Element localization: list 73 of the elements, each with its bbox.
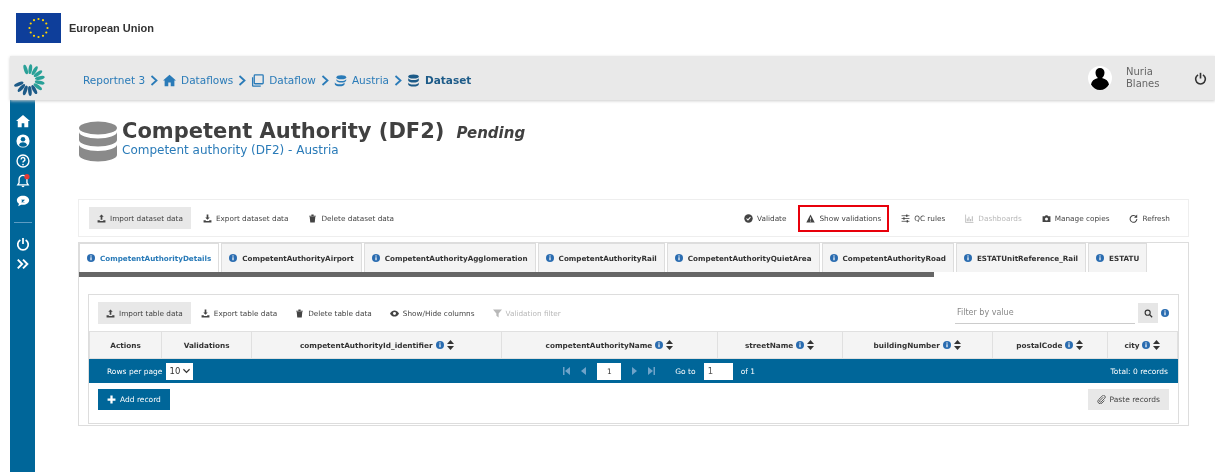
power-icon[interactable] — [1194, 71, 1207, 85]
sort-icon[interactable] — [666, 340, 674, 350]
chat-icon[interactable] — [15, 194, 30, 208]
breadcrumb-link[interactable]: Austria — [333, 73, 390, 87]
filter-icon — [492, 308, 502, 318]
info-icon[interactable] — [963, 254, 972, 262]
breadcrumb-link[interactable]: Dataflows — [163, 73, 234, 87]
sort-icon[interactable] — [953, 340, 961, 350]
breadcrumb-link[interactable]: Dataflow — [251, 73, 316, 87]
warning-icon — [806, 213, 816, 223]
double-chevron-icon[interactable] — [15, 257, 30, 271]
info-icon[interactable] — [674, 254, 683, 262]
scrollbar[interactable] — [79, 272, 934, 277]
info-icon[interactable] — [796, 341, 805, 349]
bar-chart-icon — [965, 213, 975, 223]
camera-icon — [1041, 213, 1051, 223]
avatar-icon[interactable] — [1088, 66, 1112, 90]
chevron-icon — [150, 74, 159, 86]
sliders-icon — [901, 213, 911, 223]
info-icon[interactable] — [1065, 341, 1074, 349]
search-button[interactable] — [1138, 303, 1158, 323]
status-label: Pending — [456, 124, 526, 142]
database-icon — [407, 73, 421, 87]
home-icon[interactable] — [15, 114, 30, 128]
upload-icon — [97, 213, 106, 223]
breadcrumb-link[interactable]: Reportnet 3 — [83, 74, 146, 86]
breadcrumb-link[interactable]: Dataset — [407, 73, 472, 87]
sort-icon[interactable] — [1076, 340, 1084, 350]
info-icon[interactable] — [1142, 341, 1151, 349]
info-icon[interactable] — [942, 341, 951, 349]
chevron-icon — [320, 74, 329, 86]
bell-icon[interactable] — [15, 174, 30, 188]
check-circle-icon — [744, 213, 754, 223]
home-icon — [163, 73, 177, 87]
trash-icon — [308, 213, 318, 223]
sort-icon[interactable] — [807, 340, 815, 350]
chevron-icon — [394, 74, 403, 86]
user-icon[interactable] — [15, 134, 30, 148]
download-icon — [202, 213, 212, 223]
refresh-icon — [1129, 213, 1139, 223]
download-icon — [200, 308, 210, 318]
flag-icon — [16, 13, 61, 43]
upload-icon — [106, 308, 115, 318]
info-icon[interactable] — [829, 254, 838, 262]
logo-icon[interactable] — [12, 63, 46, 97]
info-icon[interactable] — [545, 254, 554, 262]
user-name: Nuria Blanes — [1126, 66, 1161, 90]
sort-icon[interactable] — [1153, 340, 1161, 350]
page-subtitle: Competent authority (DF2) - Austria — [122, 143, 340, 157]
rows-per-page-select[interactable]: 10 — [166, 362, 194, 380]
chevron-icon — [238, 74, 247, 86]
info-icon[interactable] — [1096, 254, 1105, 262]
copy-icon — [251, 73, 265, 87]
info-icon[interactable] — [1161, 309, 1169, 317]
info-icon[interactable] — [655, 341, 664, 349]
page-field[interactable]: 1 — [703, 362, 733, 380]
database-icon — [78, 121, 118, 163]
eye-icon — [389, 308, 399, 318]
coins-icon — [333, 73, 347, 87]
search-icon — [1143, 308, 1153, 318]
power-icon[interactable] — [15, 237, 30, 251]
paperclip-icon — [1096, 395, 1106, 404]
page-title: Competent Authority (DF2) — [122, 119, 445, 143]
info-icon[interactable] — [371, 254, 380, 262]
organization-name: European Union — [69, 22, 154, 34]
info-icon[interactable] — [87, 254, 95, 262]
plus-icon — [107, 395, 116, 404]
help-icon[interactable] — [15, 154, 30, 168]
sort-icon[interactable] — [446, 340, 454, 350]
info-icon[interactable] — [435, 341, 444, 349]
trash-icon — [295, 308, 305, 318]
info-icon[interactable] — [229, 254, 238, 262]
caret-icon — [183, 367, 191, 375]
